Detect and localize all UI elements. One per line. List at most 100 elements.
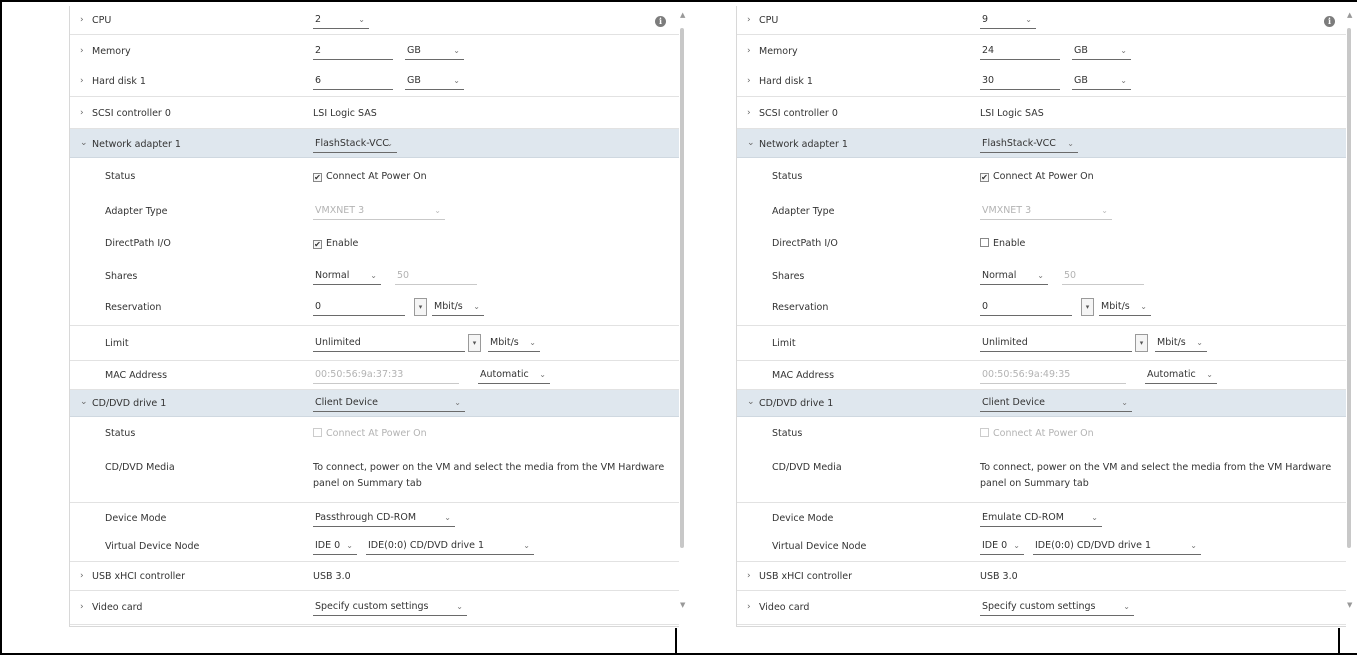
chevron-right-icon[interactable]: ›	[80, 46, 84, 56]
cpu-select[interactable]: 9 ⌄	[980, 13, 1036, 29]
device-mode-select[interactable]: Passthrough CD-ROM ⌄	[313, 511, 455, 527]
network-select[interactable]: FlashStack-VCC ⌄	[980, 137, 1078, 153]
limit-input[interactable]: Unlimited	[980, 336, 1132, 352]
memory-input[interactable]: 2	[313, 44, 393, 60]
mac-address-input[interactable]: 00:50:56:9a:37:33	[313, 368, 459, 384]
row-cd-dvd-drive[interactable]: ⌄ CD/DVD drive 1 Client Device ⌄	[70, 390, 679, 417]
row-cpu[interactable]: › CPU 9 ⌄ i	[737, 6, 1346, 35]
scroll-up-icon[interactable]: ▲	[680, 12, 685, 19]
chevron-right-icon[interactable]: ›	[747, 15, 751, 25]
chevron-right-icon[interactable]: ›	[747, 46, 751, 56]
shares-number-input[interactable]: 50	[395, 269, 477, 285]
adapter-type-label: Adapter Type	[105, 206, 168, 217]
row-memory[interactable]: › Memory 24 GB ⌄	[737, 35, 1346, 65]
mac-mode-value: Automatic	[1147, 369, 1196, 380]
row-cd-dvd-drive[interactable]: ⌄ CD/DVD drive 1 Client Device ⌄	[737, 390, 1346, 417]
hard-disk-unit-select[interactable]: GB ⌄	[1072, 74, 1131, 90]
network-select[interactable]: FlashStack-VCC ⌄	[313, 137, 397, 153]
hard-disk-input[interactable]: 6	[313, 74, 393, 90]
chevron-down-icon[interactable]: ⌄	[80, 138, 88, 148]
cd-connect-at-power-on-checkbox[interactable]: Connect At Power On	[313, 428, 427, 439]
row-usb-controller[interactable]: › USB xHCI controller USB 3.0	[737, 562, 1346, 591]
row-hard-disk[interactable]: › Hard disk 1 6 GB ⌄	[70, 65, 679, 97]
adapter-type-select[interactable]: VMXNET 3 ⌄	[313, 204, 445, 220]
cd-dvd-device-select[interactable]: Client Device ⌄	[313, 396, 465, 412]
adapter-type-value: VMXNET 3	[982, 205, 1032, 216]
chevron-right-icon[interactable]: ›	[80, 76, 84, 86]
scroll-up-icon[interactable]: ▲	[1347, 12, 1352, 19]
chevron-right-icon[interactable]: ›	[80, 108, 84, 118]
video-card-select[interactable]: Specify custom settings ⌄	[980, 600, 1134, 616]
chevron-right-icon[interactable]: ›	[80, 15, 84, 25]
vdn-bus-select[interactable]: IDE 0 ⌄	[313, 539, 357, 555]
limit-dropdown-button[interactable]: ▾	[468, 334, 481, 352]
connect-at-power-on-text: Connect At Power On	[326, 171, 427, 182]
row-memory[interactable]: › Memory 2 GB ⌄	[70, 35, 679, 65]
directpath-enable-checkbox[interactable]: Enable	[980, 238, 1025, 249]
vdn-node-select[interactable]: IDE(0:0) CD/DVD drive 1 ⌄	[366, 539, 534, 555]
scroll-down-icon[interactable]: ▼	[680, 602, 685, 609]
scrollbar-thumb[interactable]	[1347, 28, 1351, 548]
mac-address-input[interactable]: 00:50:56:9a:49:35	[980, 368, 1126, 384]
reservation-label: Reservation	[772, 302, 829, 313]
row-cpu[interactable]: › CPU 2 ⌄ i	[70, 6, 679, 35]
chevron-down-icon[interactable]: ⌄	[80, 397, 88, 407]
row-network-adapter[interactable]: ⌄ Network adapter 1 FlashStack-VCC ⌄	[737, 129, 1346, 158]
shares-select[interactable]: Normal ⌄	[313, 269, 381, 285]
limit-dropdown-button[interactable]: ▾	[1135, 334, 1148, 352]
scroll-down-icon[interactable]: ▼	[1347, 602, 1352, 609]
mac-mode-select[interactable]: Automatic ⌄	[478, 368, 550, 384]
memory-unit-select[interactable]: GB ⌄	[1072, 44, 1131, 60]
row-usb-controller[interactable]: › USB xHCI controller USB 3.0	[70, 562, 679, 591]
cpu-select[interactable]: 2 ⌄	[313, 13, 369, 29]
reservation-dropdown-button[interactable]: ▾	[1081, 298, 1094, 316]
device-mode-select[interactable]: Emulate CD-ROM ⌄	[980, 511, 1102, 527]
connect-at-power-on-checkbox[interactable]: ✔ Connect At Power On	[313, 171, 427, 182]
hard-disk-input[interactable]: 30	[980, 74, 1060, 90]
chevron-down-icon: ⌄	[1140, 302, 1147, 311]
scrollbar-right[interactable]: ▲ ▼	[1346, 6, 1352, 616]
vdn-node-select[interactable]: IDE(0:0) CD/DVD drive 1 ⌄	[1033, 539, 1201, 555]
vdn-bus-select[interactable]: IDE 0 ⌄	[980, 539, 1024, 555]
reservation-unit-select[interactable]: Mbit/s ⌄	[1099, 300, 1151, 316]
memory-input[interactable]: 24	[980, 44, 1060, 60]
scrollbar-thumb[interactable]	[680, 28, 684, 548]
directpath-enable-checkbox[interactable]: ✔ Enable	[313, 238, 358, 249]
video-card-select[interactable]: Specify custom settings ⌄	[313, 600, 467, 616]
row-shares: Shares Normal ⌄ 50	[737, 264, 1346, 292]
info-icon[interactable]: i	[1324, 16, 1335, 27]
chevron-right-icon[interactable]: ›	[747, 76, 751, 86]
reservation-input[interactable]: 0	[313, 300, 405, 316]
adapter-type-select[interactable]: VMXNET 3 ⌄	[980, 204, 1112, 220]
chevron-right-icon[interactable]: ›	[80, 602, 84, 612]
chevron-down-icon[interactable]: ⌄	[747, 397, 755, 407]
hard-disk-unit-select[interactable]: GB ⌄	[405, 74, 464, 90]
shares-number-input[interactable]: 50	[1062, 269, 1144, 285]
scrollbar-left[interactable]: ▲ ▼	[679, 6, 685, 616]
chevron-right-icon[interactable]: ›	[80, 571, 84, 581]
reservation-dropdown-button[interactable]: ▾	[414, 298, 427, 316]
limit-unit-select[interactable]: Mbit/s ⌄	[1155, 336, 1207, 352]
reservation-unit-select[interactable]: Mbit/s ⌄	[432, 300, 484, 316]
cd-connect-at-power-on-checkbox[interactable]: Connect At Power On	[980, 428, 1094, 439]
connect-at-power-on-checkbox[interactable]: ✔ Connect At Power On	[980, 171, 1094, 182]
info-icon[interactable]: i	[655, 16, 666, 27]
row-scsi-controller[interactable]: › SCSI controller 0 LSI Logic SAS	[70, 97, 679, 129]
chevron-right-icon[interactable]: ›	[747, 602, 751, 612]
row-video-card[interactable]: › Video card Specify custom settings ⌄	[70, 591, 679, 625]
row-scsi-controller[interactable]: › SCSI controller 0 LSI Logic SAS	[737, 97, 1346, 129]
shares-select[interactable]: Normal ⌄	[980, 269, 1048, 285]
chevron-down-icon[interactable]: ⌄	[747, 138, 755, 148]
checkbox-icon	[313, 428, 322, 437]
chevron-right-icon[interactable]: ›	[747, 108, 751, 118]
row-video-card[interactable]: › Video card Specify custom settings ⌄	[737, 591, 1346, 625]
limit-unit-select[interactable]: Mbit/s ⌄	[488, 336, 540, 352]
chevron-right-icon[interactable]: ›	[747, 571, 751, 581]
reservation-input[interactable]: 0	[980, 300, 1072, 316]
row-hard-disk[interactable]: › Hard disk 1 30 GB ⌄	[737, 65, 1346, 97]
memory-unit-select[interactable]: GB ⌄	[405, 44, 464, 60]
limit-input[interactable]: Unlimited	[313, 336, 465, 352]
row-network-adapter[interactable]: ⌄ Network adapter 1 FlashStack-VCC ⌄	[70, 129, 679, 158]
cd-dvd-device-select[interactable]: Client Device ⌄	[980, 396, 1132, 412]
mac-mode-select[interactable]: Automatic ⌄	[1145, 368, 1217, 384]
